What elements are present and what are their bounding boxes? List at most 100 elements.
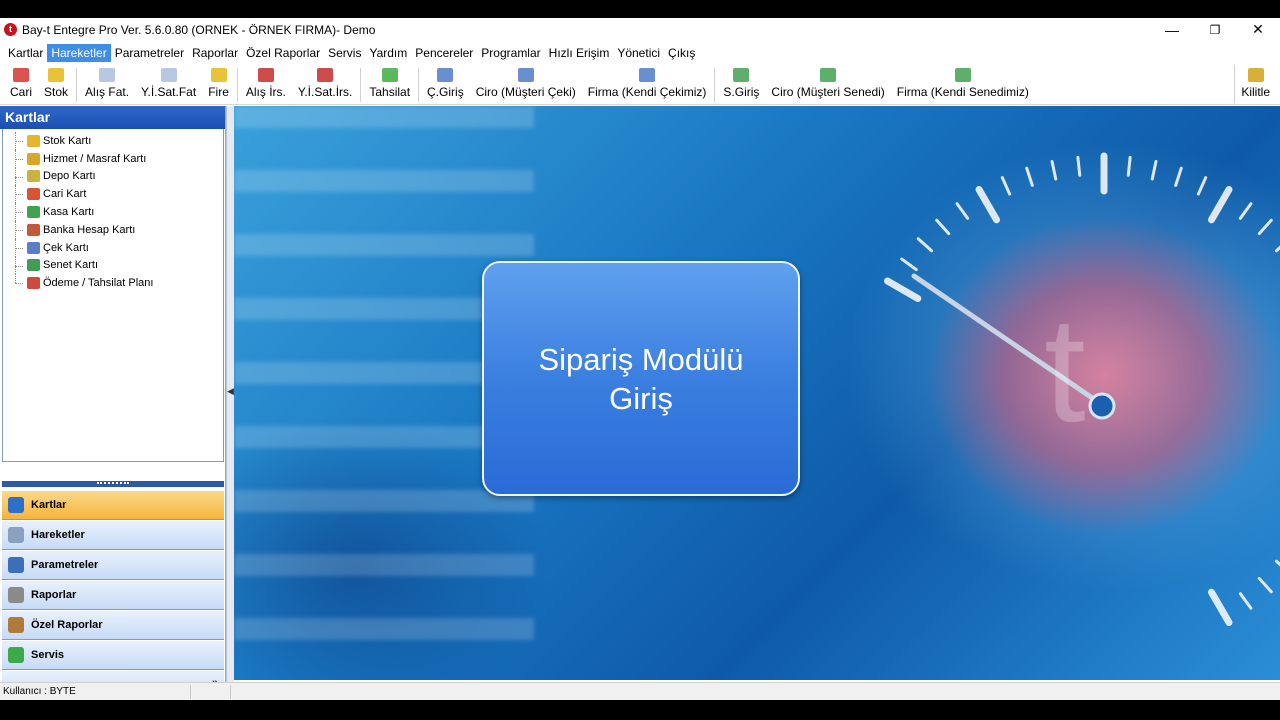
toolbar-button-cari[interactable]: Cari	[4, 65, 38, 103]
screen-top-letterbox	[0, 0, 1280, 18]
people-icon	[27, 188, 40, 201]
toolbar-button-label: Alış İrs.	[245, 85, 286, 99]
truck-icon	[317, 68, 334, 82]
grid-icon	[8, 527, 24, 543]
tree-item-kasa-karti[interactable]: Kasa Kartı	[3, 203, 223, 221]
menu-item-parametreler[interactable]: Parametreler	[111, 44, 188, 62]
menu-item-kartlar[interactable]: Kartlar	[4, 44, 47, 62]
status-user: Kullanıcı : BYTE	[0, 684, 191, 699]
toolbar-button-stok[interactable]: Stok	[38, 65, 74, 103]
main-background: t Sipariş Modülü Giriş	[234, 106, 1280, 680]
gauge-tick	[1257, 218, 1273, 236]
toolbar: Cari Stok Alış Fat. Y.İ.Sat.Fat Fire Alış İrs…	[0, 65, 1280, 105]
box-icon	[210, 68, 227, 82]
sidebar-splitter[interactable]	[2, 481, 224, 487]
toolbar-button-fire[interactable]: Fire	[202, 65, 235, 103]
nav-button-label: Hareketler	[31, 529, 85, 541]
tree-item-label: Senet Kartı	[43, 259, 99, 272]
tree-item-stok-karti[interactable]: Stok Kartı	[3, 132, 223, 150]
bill-icon	[820, 68, 837, 82]
clock-gauge-graphic: t	[883, 152, 1280, 627]
toolbar-button-label: Y.İ.Sat.Fat	[141, 85, 197, 99]
invoice-icon	[99, 68, 116, 82]
gauge-tick	[900, 257, 918, 272]
menu-item-programlar[interactable]: Programlar	[477, 44, 544, 62]
people-icon	[13, 68, 29, 82]
menu-item-yardim[interactable]: Yardım	[365, 44, 411, 62]
nav-button-parametreler[interactable]: Parametreler	[2, 551, 224, 580]
warehouse-icon	[27, 170, 40, 183]
money-icon	[381, 68, 398, 82]
collapse-arrow-icon: ◀	[227, 386, 234, 396]
tree-item-label: Cari Kart	[43, 188, 87, 201]
menu-item-hareketler[interactable]: Hareketler	[47, 44, 111, 62]
toolbar-button-label: S.Giriş	[723, 85, 760, 99]
check-pen-icon	[639, 68, 656, 82]
minimize-button[interactable]: —	[1150, 18, 1194, 41]
toolbar-button-alis-fat[interactable]: Alış Fat.	[79, 65, 135, 103]
close-button[interactable]: ✕	[1236, 18, 1280, 41]
tree-item-cari-kart[interactable]: Cari Kart	[3, 185, 223, 203]
menu-item-ozel-raporlar[interactable]: Özel Raporlar	[242, 44, 324, 62]
plan-icon	[27, 277, 40, 290]
tree-item-senet-karti[interactable]: Senet Kartı	[3, 256, 223, 275]
toolbar-button-ciro-musteri-ceki[interactable]: Ciro (Müşteri Çeki)	[470, 65, 582, 103]
restore-button[interactable]: ❐	[1193, 18, 1237, 41]
menu-item-raporlar[interactable]: Raporlar	[188, 44, 242, 62]
gauge-tick	[1257, 576, 1273, 594]
toolbar-button-label: Ciro (Müşteri Senedi)	[771, 85, 885, 99]
gauge-tick	[1050, 159, 1058, 181]
tree-item-depo-karti[interactable]: Depo Kartı	[3, 167, 223, 186]
nav-button-kartlar[interactable]: Kartlar	[2, 491, 224, 520]
status-bar: Kullanıcı : BYTE	[0, 682, 1280, 700]
tree-item-odeme-tahsilat-plani[interactable]: Ödeme / Tahsilat Planı	[3, 274, 223, 292]
toolbar-button-y-i-sat-irs[interactable]: Y.İ.Sat.İrs.	[292, 65, 358, 103]
nav-button-label: Raporlar	[31, 589, 77, 601]
order-module-button[interactable]: Sipariş Modülü Giriş	[482, 261, 800, 496]
service-icon	[27, 152, 40, 165]
toolbar-button-tahsilat[interactable]: Tahsilat	[363, 65, 416, 103]
menu-item-servis[interactable]: Servis	[324, 44, 365, 62]
key-icon	[1247, 68, 1264, 82]
tree-item-label: Kasa Kartı	[43, 206, 95, 219]
nav-button-hareketler[interactable]: Hareketler	[2, 521, 224, 550]
window-title: Bay-t Entegre Pro Ver. 5.6.0.80 (ORNEK -…	[22, 23, 376, 37]
menu-item-hizli-erisim[interactable]: Hızlı Erişim	[545, 44, 614, 62]
gauge-tick	[1150, 159, 1158, 181]
tree-item-banka-hesap-karti[interactable]: Banka Hesap Kartı	[3, 220, 223, 239]
tree-item-cek-karti[interactable]: Çek Kartı	[3, 238, 223, 257]
toolbar-button-firma-kendi-cekimiz[interactable]: Firma (Kendi Çekimiz)	[582, 65, 713, 103]
gauge-tick	[1196, 176, 1208, 196]
tree-item-label: Çek Kartı	[43, 241, 89, 254]
gauge-tick	[1025, 166, 1034, 187]
menu-item-yonetici[interactable]: Yönetici	[613, 44, 664, 62]
menu-item-cikis[interactable]: Çıkış	[664, 44, 699, 62]
toolbar-button-alis-irs[interactable]: Alış İrs.	[240, 65, 292, 103]
tree-item-label: Stok Kartı	[43, 134, 92, 147]
status-cell-empty-2	[231, 685, 1280, 699]
tree-item-hizmet-masraf-karti[interactable]: Hizmet / Masraf Kartı	[3, 149, 223, 168]
sidebar-title: Kartlar	[0, 106, 225, 129]
toolbar-button-label: Stok	[44, 85, 69, 99]
service-icon	[8, 647, 24, 663]
module-label-line2: Giriş	[609, 380, 673, 416]
nav-button-raporlar[interactable]: Raporlar	[2, 581, 224, 610]
toolbar-button-c-giris[interactable]: Ç.Giriş	[421, 65, 470, 103]
nav-button-ozel-raporlar[interactable]: Özel Raporlar	[2, 611, 224, 640]
splitter-grip	[97, 482, 129, 485]
nav-button-servis[interactable]: Servis	[2, 641, 224, 670]
toolbar-button-ciro-musteri-senedi[interactable]: Ciro (Müşteri Senedi)	[765, 65, 890, 103]
panel-collapse-handle[interactable]: ◀	[226, 106, 234, 682]
toolbar-button-firma-kendi-senedimiz[interactable]: Firma (Kendi Senedimiz)	[891, 65, 1035, 103]
toolbar-button-label: Ç.Giriş	[427, 85, 464, 99]
lock-button[interactable]: Kilitle	[1234, 65, 1276, 103]
title-bar: t Bay-t Entegre Pro Ver. 5.6.0.80 (ORNEK…	[0, 18, 1280, 41]
toolbar-button-label: Ciro (Müşteri Çeki)	[475, 85, 576, 99]
check-pen-icon	[517, 68, 534, 82]
menu-item-pencereler[interactable]: Pencereler	[411, 44, 477, 62]
toolbar-button-label: Firma (Kendi Çekimiz)	[587, 85, 707, 99]
toolbar-separator	[714, 68, 716, 102]
toolbar-button-s-giris[interactable]: S.Giriş	[717, 65, 765, 103]
toolbar-button-y-i-sat-fat[interactable]: Y.İ.Sat.Fat	[135, 65, 202, 103]
gauge-tick	[1208, 185, 1233, 224]
